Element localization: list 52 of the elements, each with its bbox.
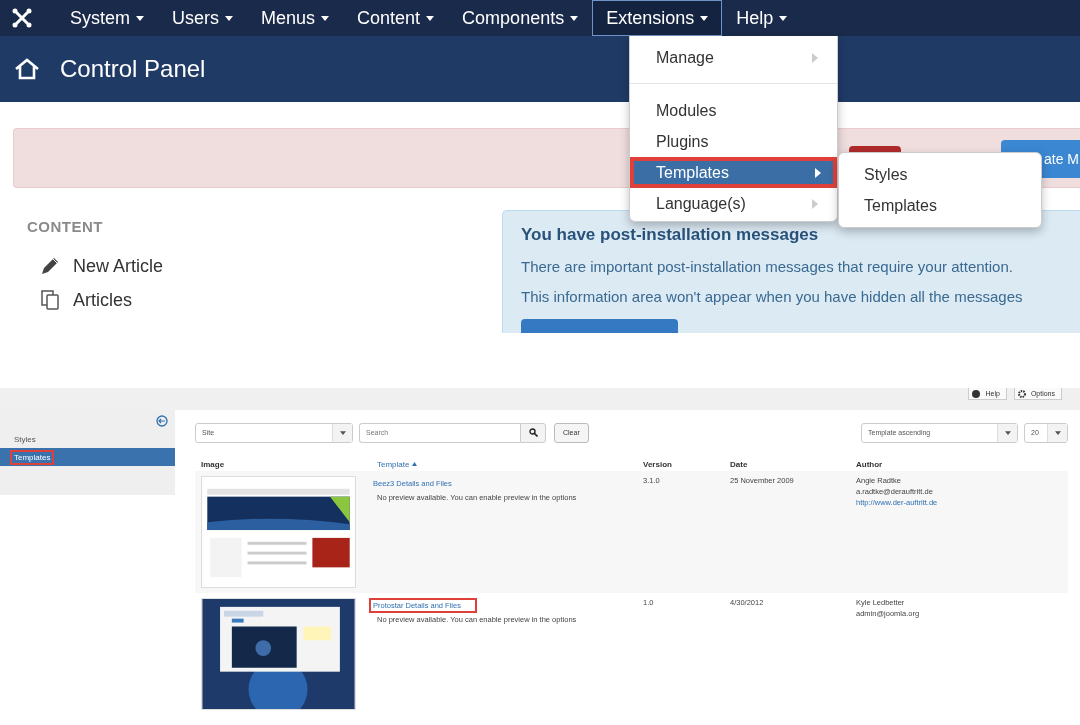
sidebar-label: Styles xyxy=(13,433,37,446)
menu-link[interactable]: New Article xyxy=(73,255,164,277)
sidebar-item[interactable]: Styles xyxy=(0,430,175,448)
message-text: This information area won't appear when you have hidden all the messages xyxy=(521,288,1024,305)
nav-menu-item[interactable]: Help xyxy=(722,0,802,36)
nav-menu-item[interactable]: Users xyxy=(158,0,248,36)
section-heading: CONTENT xyxy=(27,218,104,235)
pencil-icon xyxy=(39,255,61,277)
menu-item[interactable]: Manage xyxy=(637,42,830,73)
caret-icon xyxy=(1004,430,1011,435)
page-title: Control Panel xyxy=(60,55,206,83)
nav-menu-item[interactable]: System xyxy=(56,0,158,36)
caret-icon xyxy=(136,15,144,21)
help-icon xyxy=(972,389,981,398)
caret-icon xyxy=(570,15,579,21)
menu-item[interactable]: Language(s) xyxy=(637,188,830,219)
nav-menu-item[interactable]: Extensions xyxy=(592,0,723,36)
column-header[interactable]: Template xyxy=(377,459,410,469)
caret-icon xyxy=(339,430,346,435)
home-icon xyxy=(14,58,40,80)
message-title: You have post-installation messages xyxy=(521,225,820,245)
caret-icon xyxy=(426,15,435,21)
caret-icon xyxy=(779,15,788,21)
column-header: Date xyxy=(730,459,748,469)
sidebar-label: Templates xyxy=(10,449,55,465)
logo-icon xyxy=(12,8,32,28)
arrow-icon xyxy=(812,52,818,63)
search-icon xyxy=(528,428,538,437)
arrow-icon xyxy=(815,167,821,178)
message-text: There are important post-installation messages that require your attention. xyxy=(521,258,1014,275)
copy-icon xyxy=(39,289,61,311)
caret-icon xyxy=(321,15,330,21)
menu-item[interactable]: Templates xyxy=(839,190,1041,221)
column-header: Author xyxy=(856,459,883,469)
nav-menu-item[interactable]: Components xyxy=(448,0,593,36)
caret-icon xyxy=(700,15,709,21)
caret-icon xyxy=(1054,430,1061,435)
menu-item[interactable]: Modules xyxy=(637,95,830,126)
column-header: Version xyxy=(643,459,672,469)
collapse-icon[interactable] xyxy=(156,415,168,427)
menu-item[interactable]: Templates xyxy=(630,157,837,188)
nav-menu-item[interactable]: Content xyxy=(343,0,449,36)
nav-menu-item[interactable]: Menus xyxy=(247,0,344,36)
column-header: Image xyxy=(201,459,225,469)
menu-item[interactable]: Styles xyxy=(839,159,1041,190)
search-button[interactable] xyxy=(520,422,546,443)
menu-item[interactable]: Plugins xyxy=(637,126,830,157)
sidebar-item[interactable]: Templates xyxy=(0,448,175,466)
caret-icon xyxy=(225,15,234,21)
settings-icon xyxy=(1017,389,1026,398)
menu-link[interactable]: Articles xyxy=(73,289,132,311)
arrow-icon xyxy=(812,198,818,209)
